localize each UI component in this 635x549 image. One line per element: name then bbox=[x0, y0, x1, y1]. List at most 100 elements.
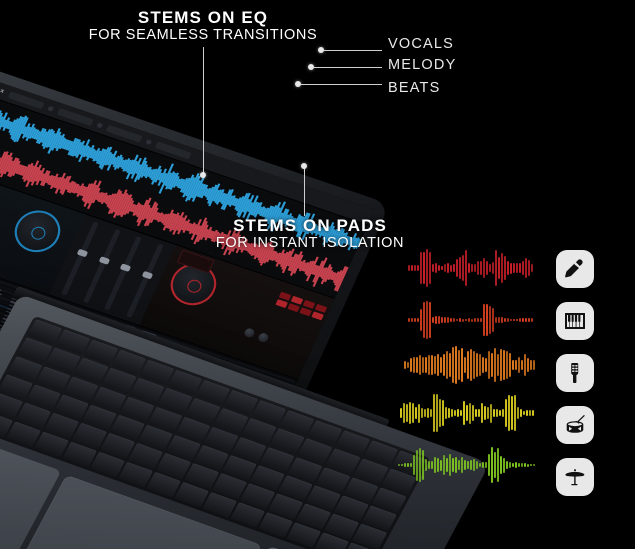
waveform-bar bbox=[465, 250, 467, 286]
waveform-bar bbox=[430, 409, 432, 417]
waveform-bar bbox=[477, 318, 479, 322]
waveform-bar bbox=[413, 356, 415, 374]
waveform-bar bbox=[477, 261, 479, 275]
guitar-icon[interactable] bbox=[556, 354, 594, 392]
waveform-bar bbox=[509, 352, 511, 378]
deck-b-knob[interactable] bbox=[257, 331, 270, 344]
waveform-bar bbox=[467, 461, 469, 469]
waveform-bar bbox=[523, 410, 525, 416]
toolbar-icon[interactable] bbox=[47, 104, 55, 112]
waveform-bar bbox=[436, 394, 438, 432]
waveform-bar bbox=[501, 253, 503, 283]
waveform-bar bbox=[533, 359, 535, 371]
waveform-bar bbox=[435, 315, 437, 325]
waveform-bar bbox=[482, 461, 484, 469]
waveform-bar bbox=[425, 459, 427, 471]
deck-b-knob[interactable] bbox=[243, 327, 256, 339]
waveform-bar bbox=[441, 316, 443, 324]
waveform-bar bbox=[470, 460, 472, 470]
waveform-bar bbox=[522, 261, 524, 275]
waveform-bar bbox=[525, 318, 527, 322]
drum-icon[interactable] bbox=[556, 406, 594, 444]
waveform-bar bbox=[516, 318, 518, 322]
waveform-bar bbox=[431, 354, 433, 376]
waveform-bar bbox=[432, 263, 434, 273]
waveform-bar bbox=[444, 316, 446, 324]
waveform-bar bbox=[522, 318, 524, 322]
waveform-bar bbox=[452, 347, 454, 383]
waveform-bar bbox=[506, 350, 508, 380]
waveform-bar bbox=[424, 408, 426, 418]
waveform-bar bbox=[471, 263, 473, 273]
label-vocals: VOCALS bbox=[388, 36, 455, 52]
bass-waveform bbox=[400, 391, 536, 435]
callout-pads-line2: FOR INSTANT ISOLATION bbox=[215, 235, 405, 251]
waveform-bar bbox=[467, 351, 469, 379]
waveform-bar bbox=[483, 258, 485, 278]
waveform-bar bbox=[429, 301, 431, 339]
waveform-bar bbox=[480, 317, 482, 323]
leader-dot-vocals bbox=[318, 47, 324, 53]
waveform-bar bbox=[528, 259, 530, 277]
waveform-bar bbox=[494, 452, 496, 478]
waveform-bar bbox=[462, 318, 464, 322]
waveform-bar bbox=[505, 399, 507, 427]
waveform-bar bbox=[463, 401, 465, 425]
waveform-bar bbox=[440, 357, 442, 373]
waveform-bar bbox=[411, 318, 413, 322]
toolbar-icon[interactable] bbox=[145, 138, 153, 145]
waveform-bar bbox=[485, 462, 487, 468]
waveform-bar bbox=[485, 357, 487, 373]
waveform-bar bbox=[492, 307, 494, 333]
jog-wheel-a[interactable] bbox=[7, 204, 68, 258]
waveform-bar bbox=[415, 407, 417, 419]
waveform-bar bbox=[500, 455, 502, 475]
toolbar-icon[interactable] bbox=[96, 121, 104, 128]
waveform-bar bbox=[524, 354, 526, 376]
waveform-bar bbox=[504, 317, 506, 323]
waveform-bar bbox=[461, 457, 463, 473]
piano-icon[interactable] bbox=[556, 302, 594, 340]
performance-pads-b[interactable] bbox=[275, 291, 328, 320]
waveform-bar bbox=[413, 454, 415, 476]
waveform-bar bbox=[423, 302, 425, 338]
waveform-bar bbox=[507, 318, 509, 322]
waveform-bar bbox=[444, 263, 446, 273]
waveform-bar bbox=[459, 317, 461, 323]
waveform-bar bbox=[443, 455, 445, 475]
leader-line-pads bbox=[304, 168, 305, 216]
waveform-bar bbox=[494, 348, 496, 382]
waveform-bar bbox=[401, 463, 403, 467]
waveform-bar bbox=[513, 318, 515, 322]
waveform-bar bbox=[508, 394, 510, 432]
waveform-bar bbox=[443, 353, 445, 377]
cymbal-icon[interactable] bbox=[556, 458, 594, 496]
leader-dot-melody bbox=[308, 64, 314, 70]
waveform-bar bbox=[414, 318, 416, 322]
waveform-bar bbox=[512, 462, 514, 468]
waveform-bar bbox=[495, 249, 497, 287]
waveform-bar bbox=[502, 409, 504, 417]
waveform-bar bbox=[520, 409, 522, 417]
waveform-bar bbox=[427, 408, 429, 418]
waveform-bar bbox=[464, 459, 466, 471]
waveform-bar bbox=[450, 318, 452, 322]
drums-waveform bbox=[398, 443, 536, 487]
waveform-bar bbox=[447, 263, 449, 273]
microphone-icon[interactable] bbox=[556, 250, 594, 288]
waveform-bar bbox=[432, 316, 434, 324]
waveform-bar bbox=[434, 355, 436, 375]
waveform-bar bbox=[483, 303, 485, 337]
waveform-bar bbox=[495, 317, 497, 323]
waveform-bar bbox=[406, 404, 408, 422]
waveform-bar bbox=[460, 409, 462, 417]
waveform-bar bbox=[476, 352, 478, 378]
waveform-bar bbox=[404, 360, 406, 370]
harmony-waveform bbox=[404, 343, 536, 387]
waveform-bar bbox=[507, 260, 509, 276]
waveform-bar bbox=[470, 349, 472, 381]
waveform-bar bbox=[482, 356, 484, 374]
waveform-bar bbox=[453, 317, 455, 323]
waveform-bar bbox=[449, 454, 451, 476]
waveform-bar bbox=[531, 318, 533, 322]
